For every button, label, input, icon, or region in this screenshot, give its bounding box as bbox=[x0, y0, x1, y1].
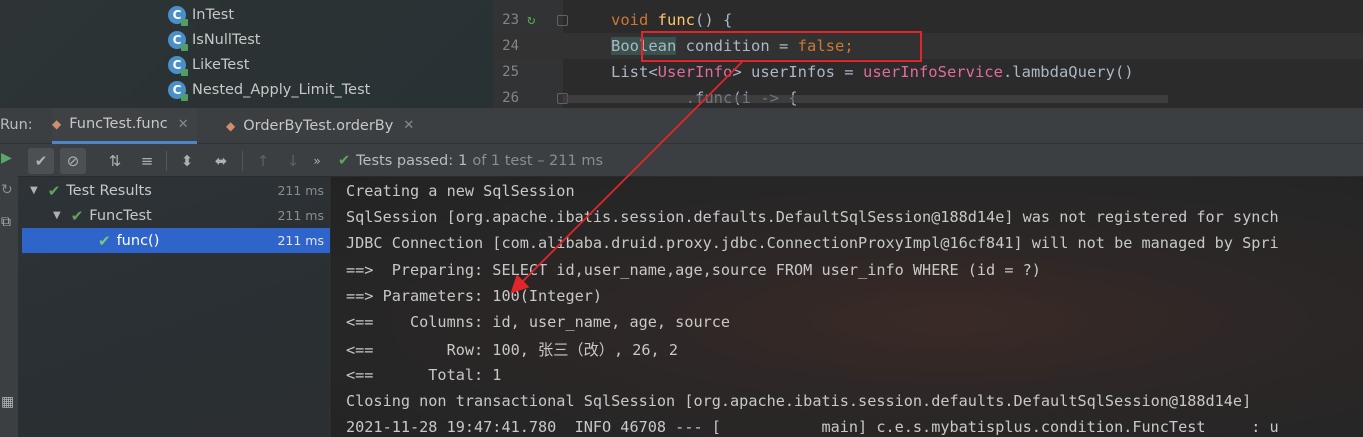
check-icon: ✔ bbox=[98, 231, 111, 250]
run-icon[interactable]: ▶ bbox=[1, 150, 12, 166]
code-token: List< bbox=[611, 63, 658, 81]
divider bbox=[166, 151, 167, 171]
chevron-down-icon[interactable]: ▼ bbox=[30, 185, 38, 196]
tab-functest-func[interactable]: ◆ FuncTest.func ✕ bbox=[52, 107, 197, 144]
close-icon[interactable]: ✕ bbox=[178, 117, 189, 132]
console-line: <== Columns: id, user_name, age, source bbox=[346, 313, 731, 331]
show-ignored-icon[interactable]: ⊘ bbox=[60, 148, 86, 174]
code-token: Boolean bbox=[611, 37, 677, 55]
console-line: ==> Preparing: SELECT id,user_name,age,s… bbox=[346, 261, 1041, 279]
status-count: 1 bbox=[458, 152, 468, 169]
line-number: 26 bbox=[502, 90, 519, 106]
code-text: List<UserInfo> userInfos = userInfoServi… bbox=[611, 63, 1134, 81]
tree-row-functest[interactable]: ▼ ✔ FuncTest 211 ms bbox=[22, 203, 330, 228]
tree-item-intest[interactable]: C InTest bbox=[168, 2, 234, 27]
row-label: func() bbox=[116, 232, 160, 249]
row-time: 211 ms bbox=[277, 183, 324, 198]
tab-label: FuncTest.func bbox=[69, 116, 168, 132]
code-token: > userInfos = bbox=[732, 63, 863, 81]
class-icon: C bbox=[168, 55, 188, 76]
chevron-down-icon[interactable]: ▼ bbox=[53, 210, 61, 221]
layout-icon[interactable]: ▦ bbox=[1, 394, 14, 410]
tree-item-label: IsNullTest bbox=[192, 31, 261, 48]
class-icon: C bbox=[168, 30, 188, 51]
status-detail: of 1 test – 211 ms bbox=[472, 152, 604, 169]
code-token: condition = bbox=[676, 37, 798, 55]
toggle-auto-test-icon[interactable]: ⧉ bbox=[1, 214, 11, 230]
row-label: FuncTest bbox=[89, 207, 152, 224]
code-text: void func() { bbox=[611, 11, 732, 29]
code-token: ; bbox=[844, 37, 854, 55]
run-tool-window-header: Run: ◆ FuncTest.func ✕ ◆ OrderByTest.ord… bbox=[0, 107, 1363, 144]
tree-item-label: LikeTest bbox=[192, 56, 250, 73]
class-icon: C bbox=[168, 5, 188, 26]
row-time: 211 ms bbox=[277, 233, 324, 248]
tree-item-liketest[interactable]: C LikeTest bbox=[168, 52, 249, 77]
code-line-23[interactable]: 23 ↻ void func() { bbox=[493, 7, 1363, 33]
console-line: JDBC Connection [com.alibaba.druid.proxy… bbox=[346, 234, 1279, 252]
console-line: Creating a new SqlSession bbox=[346, 182, 575, 200]
console-line: Closing non transactional SqlSession [or… bbox=[346, 392, 1252, 410]
code-token: .lambdaQuery() bbox=[1002, 63, 1134, 81]
console-output[interactable]: Creating a new SqlSession SqlSession [or… bbox=[331, 177, 1363, 437]
code-token: userInfoService bbox=[862, 63, 1003, 81]
tests-status: ✔ Tests passed: 1 of 1 test – 211 ms bbox=[338, 144, 603, 177]
code-editor[interactable]: 23 ↻ void func() { 24 Boolean condition … bbox=[493, 0, 1363, 108]
status-label: Tests passed: bbox=[356, 152, 454, 169]
run-label: Run: bbox=[0, 117, 33, 133]
next-failed-icon[interactable]: ↓ bbox=[280, 148, 306, 174]
line-number: 24 bbox=[502, 38, 519, 54]
row-label: Test Results bbox=[66, 182, 152, 199]
code-token: () { bbox=[695, 11, 733, 29]
left-action-strip: ▶ ↻ ⧉ ▦ bbox=[0, 144, 18, 437]
check-icon: ✔ bbox=[338, 152, 351, 169]
run-test-gutter-icon[interactable]: ↻ bbox=[527, 12, 535, 28]
code-text: Boolean condition = false; bbox=[611, 37, 854, 55]
divider bbox=[242, 151, 243, 171]
code-token: UserInfo bbox=[657, 63, 733, 81]
tab-label: OrderByTest.orderBy bbox=[243, 117, 394, 134]
tree-item-label: InTest bbox=[192, 6, 235, 23]
expand-all-icon[interactable]: ⬍ bbox=[174, 148, 200, 174]
tab-orderbytest-orderby[interactable]: ◆ OrderByTest.orderBy ✕ bbox=[226, 108, 414, 144]
line-number: 25 bbox=[502, 64, 519, 80]
code-line-25[interactable]: 25 List<UserInfo> userInfos = userInfoSe… bbox=[493, 59, 1363, 85]
code-token: false bbox=[797, 37, 845, 55]
sort-alpha-icon[interactable]: ⇅ bbox=[102, 148, 128, 174]
horizontal-scrollbar[interactable] bbox=[563, 95, 1168, 103]
prev-failed-icon[interactable]: ↑ bbox=[250, 148, 276, 174]
more-icon[interactable]: » bbox=[304, 148, 330, 174]
console-line: <== Total: 1 bbox=[346, 366, 502, 384]
console-line: 2021-11-28 19:47:41.780 INFO 46708 --- [… bbox=[346, 418, 1279, 436]
test-results-tree: ▼ ✔ Test Results 211 ms ▼ ✔ FuncTest 211… bbox=[18, 177, 330, 437]
tree-item-nested-apply-limit-test[interactable]: C Nested_Apply_Limit_Test bbox=[168, 77, 370, 102]
rerun-failed-icon[interactable]: ↻ bbox=[1, 182, 13, 198]
class-icon: C bbox=[168, 80, 188, 101]
run-config-icon: ◆ bbox=[226, 118, 236, 133]
collapse-all-icon[interactable]: ⬌ bbox=[208, 148, 234, 174]
check-icon: ✔ bbox=[70, 206, 84, 225]
row-time: 211 ms bbox=[277, 208, 324, 223]
run-config-icon: ◆ bbox=[52, 117, 62, 131]
tree-item-isnulltest[interactable]: C IsNullTest bbox=[168, 27, 260, 52]
console-line: ==> Parameters: 100(Integer) bbox=[346, 287, 603, 305]
project-tree: C InTest C IsNullTest C LikeTest C Neste… bbox=[0, 0, 493, 108]
sort-duration-icon[interactable]: ≡ bbox=[134, 148, 160, 174]
tree-row-func[interactable]: ✔ func() 211 ms bbox=[22, 228, 330, 253]
line-number: 23 bbox=[502, 12, 519, 28]
code-line-24[interactable]: 24 Boolean condition = false; bbox=[493, 33, 1363, 59]
code-token: void bbox=[611, 11, 658, 29]
tree-item-label: Nested_Apply_Limit_Test bbox=[192, 81, 371, 98]
show-passed-icon[interactable]: ✔ bbox=[28, 148, 54, 174]
check-icon: ✔ bbox=[47, 181, 61, 200]
tree-row-test-results[interactable]: ▼ ✔ Test Results 211 ms bbox=[22, 178, 330, 203]
code-token: func bbox=[657, 11, 695, 29]
console-line: <== Row: 100, 张三（改）, 26, 2 bbox=[346, 341, 678, 359]
test-runner-toolbar: ✔ ⊘ ⇅ ≡ ⬍ ⬌ ↑ ↓ » ✔ Tests passed: 1 of 1… bbox=[0, 144, 1363, 177]
close-icon[interactable]: ✕ bbox=[403, 118, 414, 133]
console-line: SqlSession [org.apache.ibatis.session.de… bbox=[346, 208, 1279, 226]
fold-icon[interactable] bbox=[557, 14, 568, 26]
